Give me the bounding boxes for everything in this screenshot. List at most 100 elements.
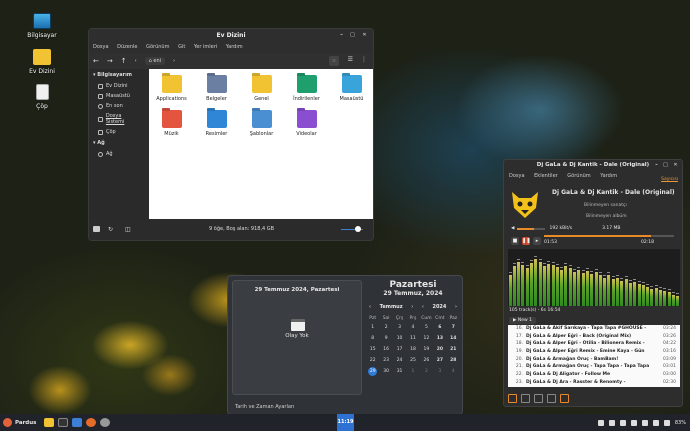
day-cell[interactable]: 13 xyxy=(433,333,446,344)
desktop-icon-trash[interactable]: Çöp xyxy=(22,84,62,110)
playlist-row[interactable]: 21. Dj GaLa & Armağan Oruç - Tapa Tapa - … xyxy=(508,363,680,371)
network-icon[interactable] xyxy=(619,419,626,426)
equalizer-icon[interactable] xyxy=(547,394,556,403)
close-icon[interactable]: ✕ xyxy=(672,162,679,169)
maximize-icon[interactable]: □ xyxy=(349,32,356,39)
visualizer-icon[interactable] xyxy=(560,394,569,403)
menu-file[interactable]: Dosya xyxy=(93,44,109,50)
back-icon[interactable]: ← xyxy=(93,57,99,65)
terminal-launcher-icon[interactable] xyxy=(58,418,69,427)
day-cell[interactable]: 2 xyxy=(420,366,433,377)
sidebar-item-desktop[interactable]: Masaüstü xyxy=(89,91,149,101)
media-icon[interactable] xyxy=(641,419,648,426)
date-time-settings-link[interactable]: Tarih ve Zaman Ayarları xyxy=(235,404,294,410)
playlist-row[interactable]: 16. Dj GaLa & Akif Sarıkaya - Tapa Tapa #… xyxy=(508,325,680,333)
playlist-row[interactable]: 23. Dj GaLa & Dj Ara - Rasster & Renomty … xyxy=(508,379,680,387)
menu-plugins[interactable]: Eklentiler xyxy=(534,173,558,179)
folder-item[interactable]: Masaüstü xyxy=(329,75,373,102)
playlist-row[interactable]: 19. Dj GaLa & Alper Eğri Remix - Emine Ka… xyxy=(508,348,680,356)
sidebar-item-home[interactable]: Ev Dizini xyxy=(89,81,149,91)
compact-view-icon[interactable]: ⋮ xyxy=(361,56,367,63)
zoom-slider-knob[interactable] xyxy=(354,226,361,232)
menu-bookmarks[interactable]: Yer imleri xyxy=(194,44,217,50)
menu-view[interactable]: Görünüm xyxy=(567,173,590,179)
notification-icon[interactable] xyxy=(630,419,637,426)
taskbar-clock[interactable]: 11:19 xyxy=(337,414,354,431)
folder-item[interactable]: Applications xyxy=(149,75,194,102)
close-icon[interactable]: ✕ xyxy=(361,32,368,39)
shuffle-icon[interactable] xyxy=(534,394,543,403)
sidebar-item-filesystem[interactable]: Dosya Sistemi xyxy=(89,111,149,127)
sidebar-item-recent[interactable]: En son xyxy=(89,101,149,111)
desktop-icon-home[interactable]: Ev Dizini xyxy=(22,49,62,75)
menu-view[interactable]: Görünüm xyxy=(146,44,169,50)
day-cell[interactable]: 18 xyxy=(406,344,419,355)
playlist-icon[interactable] xyxy=(521,394,530,403)
next-month-icon[interactable]: › xyxy=(411,304,413,310)
directory-link[interactable]: Sayıcısı xyxy=(661,177,678,182)
folder-item[interactable]: Genel xyxy=(239,75,284,102)
window-titlebar[interactable]: Ev Dizini – □ ✕ xyxy=(89,29,373,42)
day-cell[interactable]: 10 xyxy=(393,333,406,344)
folder-item[interactable]: Videolar xyxy=(284,110,329,137)
day-cell[interactable]: 26 xyxy=(420,355,433,366)
volume-slider[interactable] xyxy=(517,227,546,230)
day-cell[interactable]: 4 xyxy=(406,322,419,333)
start-menu-button[interactable]: Pardus xyxy=(0,418,36,427)
folder-item[interactable]: İndirilenler xyxy=(284,75,329,102)
list-view-icon[interactable]: ☰ xyxy=(348,56,353,63)
stop-icon[interactable]: ■ xyxy=(511,237,519,245)
day-cell-today[interactable]: 29 xyxy=(366,366,379,377)
minimize-icon[interactable]: – xyxy=(338,32,345,39)
day-cell[interactable]: 15 xyxy=(366,344,379,355)
day-cell[interactable]: 22 xyxy=(366,355,379,366)
day-cell[interactable]: 27 xyxy=(433,355,446,366)
day-cell[interactable]: 3 xyxy=(393,322,406,333)
day-cell[interactable]: 11 xyxy=(406,333,419,344)
volume-icon[interactable]: ◀ xyxy=(511,226,514,231)
maximize-icon[interactable]: □ xyxy=(662,162,669,169)
next-icon[interactable]: ▸ xyxy=(533,237,541,245)
folder-item[interactable]: Belgeler xyxy=(194,75,239,102)
day-cell[interactable]: 12 xyxy=(420,333,433,344)
day-cell[interactable]: 19 xyxy=(420,344,433,355)
day-cell[interactable]: 7 xyxy=(447,322,460,333)
day-cell[interactable]: 3 xyxy=(433,366,446,377)
pause-icon[interactable]: ❚❚ xyxy=(522,237,530,245)
day-cell[interactable]: 23 xyxy=(379,355,392,366)
day-cell[interactable]: 2 xyxy=(379,322,392,333)
minimize-icon[interactable]: – xyxy=(653,162,660,169)
folder-item[interactable]: Şablonlar xyxy=(239,110,284,137)
grid-view-icon[interactable]: ⁙ xyxy=(329,56,339,66)
next-year-icon[interactable]: › xyxy=(455,304,457,310)
day-cell[interactable]: 16 xyxy=(379,344,392,355)
desktop-icon-computer[interactable]: Bilgisayar xyxy=(22,13,62,39)
up-icon[interactable]: ↑ xyxy=(121,57,127,65)
sidebar-item-trash[interactable]: Çöp xyxy=(89,127,149,137)
sidebar-item-network[interactable]: Ağ xyxy=(89,149,149,159)
menu-edit[interactable]: Düzenle xyxy=(117,44,137,50)
forward-icon[interactable]: → xyxy=(107,57,113,65)
day-cell[interactable]: 31 xyxy=(393,366,406,377)
places-toggle-icon[interactable] xyxy=(93,226,100,232)
battery-icon[interactable] xyxy=(663,419,670,426)
firefox-launcher-icon[interactable] xyxy=(86,418,97,427)
sidebar-section-computer[interactable]: ▾ Bilgisayarım xyxy=(89,69,149,81)
day-cell[interactable]: 17 xyxy=(393,344,406,355)
settings-launcher-icon[interactable] xyxy=(72,418,83,427)
menu-go[interactable]: Git xyxy=(178,44,185,50)
update-icon[interactable] xyxy=(597,419,604,426)
sidebar-toggle-icon[interactable]: ◫ xyxy=(125,219,131,240)
volume-icon[interactable] xyxy=(652,419,659,426)
prev-month-icon[interactable]: ‹ xyxy=(369,304,371,310)
menu-help[interactable]: Yardım xyxy=(600,173,617,179)
day-cell[interactable]: 1 xyxy=(366,322,379,333)
prev-year-icon[interactable]: ‹ xyxy=(422,304,424,310)
repeat-icon[interactable] xyxy=(508,394,517,403)
keyboard-icon[interactable] xyxy=(608,419,615,426)
playlist-row[interactable]: 18. Dj GaLa & Alper Eğri - Otilia - Bilio… xyxy=(508,340,680,348)
day-cell[interactable]: 20 xyxy=(433,344,446,355)
folder-item[interactable]: Resimler xyxy=(194,110,239,137)
seek-bar[interactable] xyxy=(544,235,674,237)
day-cell[interactable]: 1 xyxy=(406,366,419,377)
